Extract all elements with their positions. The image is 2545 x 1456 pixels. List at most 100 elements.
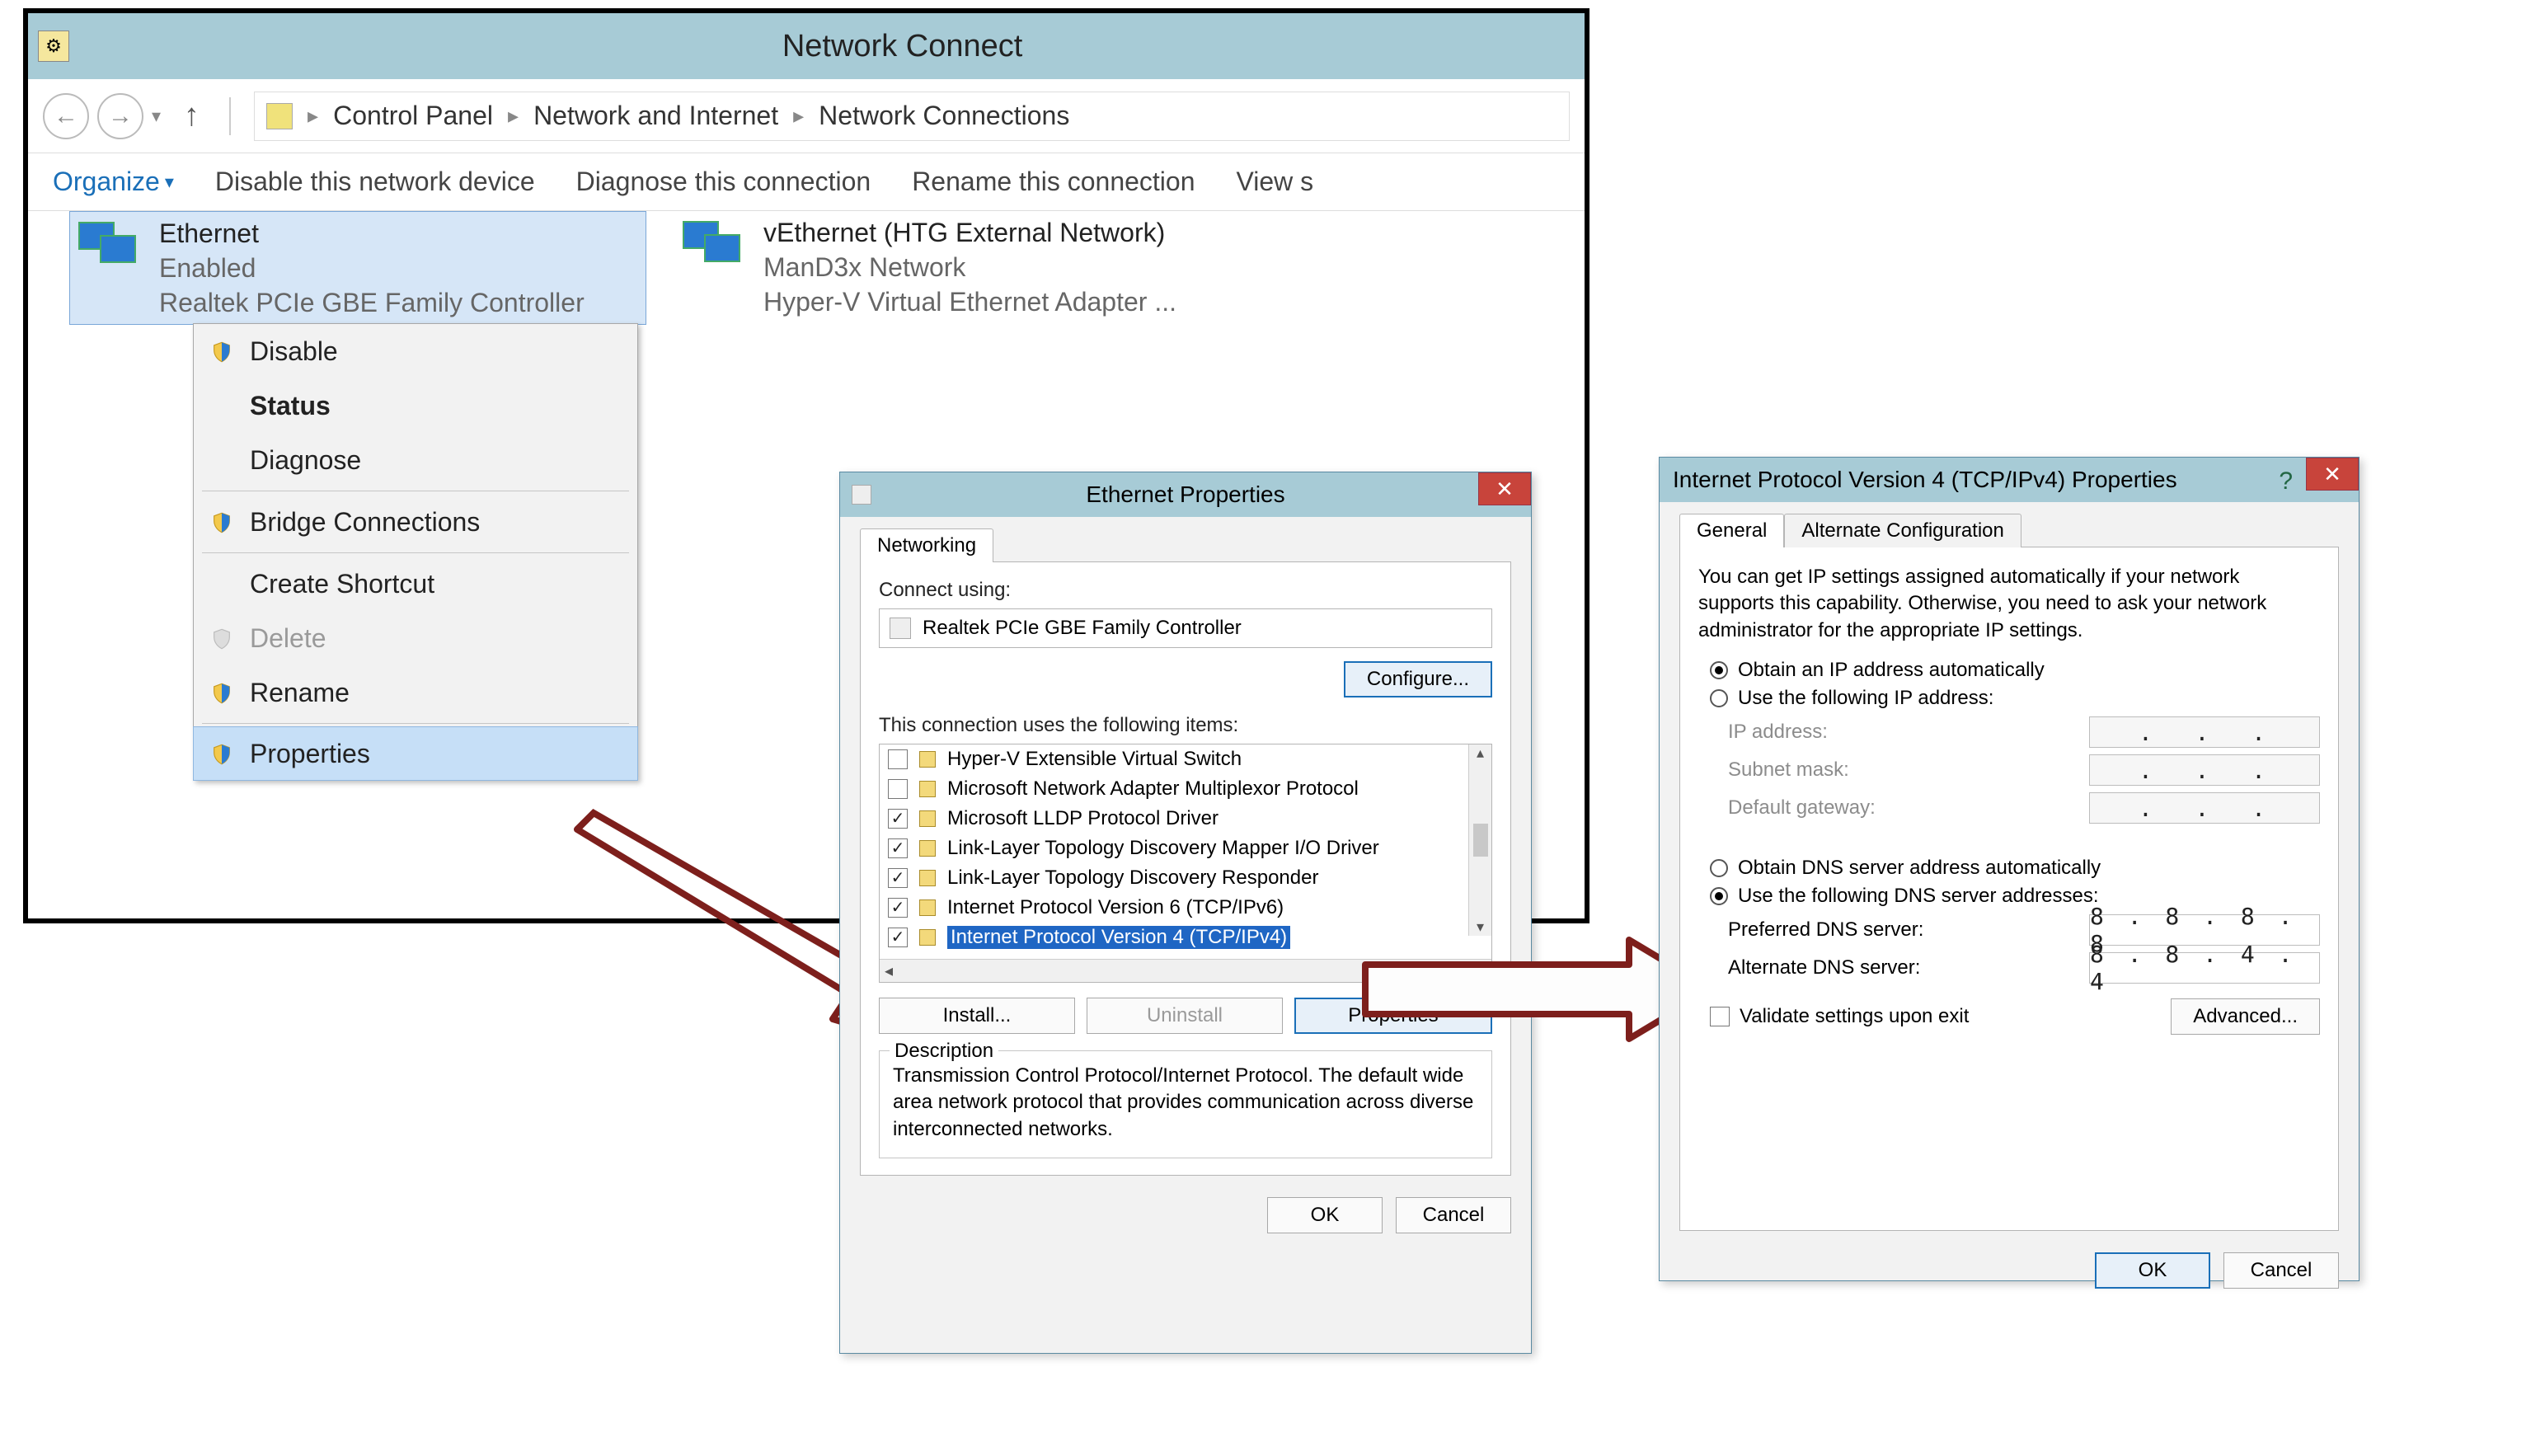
ethernet-properties-dialog: Ethernet Properties ✕ Networking Connect…: [839, 472, 1532, 1354]
item-label: Link-Layer Topology Discovery Mapper I/O…: [947, 837, 1379, 860]
breadcrumb-segment[interactable]: Network Connections: [819, 101, 1069, 131]
install-button[interactable]: Install...: [879, 998, 1075, 1034]
main-titlebar: ⚙ Network Connect: [28, 13, 1585, 79]
dialog-title: Internet Protocol Version 4 (TCP/IPv4) P…: [1673, 467, 2177, 493]
context-menu: Disable Status Diagnose Bridge Connectio…: [193, 323, 638, 781]
connection-item-vethernet[interactable]: vEthernet (HTG External Network) ManD3x …: [679, 216, 1176, 318]
breadcrumb-segment[interactable]: Control Panel: [333, 101, 493, 131]
ctx-diagnose[interactable]: Diagnose: [194, 433, 637, 487]
gateway-label: Default gateway:: [1728, 796, 1876, 820]
ip-address-label: IP address:: [1728, 721, 1828, 744]
network-item[interactable]: Microsoft Network Adapter Multiplexor Pr…: [880, 774, 1491, 804]
breadcrumb[interactable]: ▸ Control Panel ▸ Network and Internet ▸…: [254, 92, 1570, 141]
shield-icon: [210, 510, 233, 533]
tab-panel: Connect using: Realtek PCIe GBE Family C…: [860, 561, 1511, 1176]
separator: [202, 723, 629, 724]
description-title: Description: [890, 1040, 998, 1063]
help-button[interactable]: ?: [2279, 467, 2293, 496]
checkbox-icon: [1710, 1007, 1730, 1026]
disable-device-button[interactable]: Disable this network device: [215, 167, 535, 197]
configure-button[interactable]: Configure...: [1344, 661, 1492, 697]
alternate-dns-field[interactable]: 8 . 8 . 4 . 4: [2089, 952, 2320, 984]
chevron-right-icon[interactable]: ▸: [793, 103, 804, 129]
vertical-scrollbar[interactable]: ▴▾: [1468, 744, 1491, 936]
rename-button[interactable]: Rename this connection: [912, 167, 1195, 197]
subnet-mask-label: Subnet mask:: [1728, 759, 1849, 782]
shield-icon: [210, 340, 233, 363]
radio-icon: [1710, 689, 1728, 707]
network-item[interactable]: ✓ Internet Protocol Version 6 (TCP/IPv6): [880, 893, 1491, 923]
up-button[interactable]: ↑: [184, 98, 200, 134]
chevron-right-icon[interactable]: ▸: [308, 103, 318, 129]
preferred-dns-label: Preferred DNS server:: [1728, 918, 1923, 942]
checkbox-icon[interactable]: ✓: [888, 868, 908, 888]
cancel-button[interactable]: Cancel: [1396, 1197, 1511, 1233]
network-item[interactable]: ✓Microsoft LLDP Protocol Driver: [880, 804, 1491, 834]
checkbox-icon[interactable]: ✓: [888, 838, 908, 858]
radio-auto-ip[interactable]: Obtain an IP address automatically: [1710, 659, 2320, 682]
ctx-label: Properties: [250, 739, 370, 769]
ctx-rename[interactable]: Rename: [194, 665, 637, 720]
cancel-button[interactable]: Cancel: [2223, 1252, 2339, 1289]
close-button[interactable]: ✕: [2306, 458, 2359, 491]
items-listbox[interactable]: Hyper-V Extensible Virtual SwitchMicroso…: [879, 744, 1492, 983]
ctx-create-shortcut[interactable]: Create Shortcut: [194, 557, 637, 611]
organize-menu[interactable]: Organize: [53, 167, 174, 197]
shield-icon: [210, 681, 233, 704]
radio-use-ip[interactable]: Use the following IP address:: [1710, 687, 2320, 710]
adapter-icon: [852, 485, 871, 505]
ctx-label: Delete: [250, 623, 326, 654]
adapter-name: Realtek PCIe GBE Family Controller: [923, 617, 1242, 640]
ctx-properties[interactable]: Properties: [193, 726, 638, 781]
tabstrip: General Alternate Configuration: [1679, 514, 2339, 547]
ctx-label: Status: [250, 391, 331, 421]
ok-button[interactable]: OK: [2095, 1252, 2210, 1289]
radio-auto-dns[interactable]: Obtain DNS server address automatically: [1710, 857, 2320, 880]
ctx-label: Disable: [250, 336, 338, 367]
connection-item-ethernet[interactable]: Ethernet Enabled Realtek PCIe GBE Family…: [69, 211, 646, 325]
network-item[interactable]: ✓ Link-Layer Topology Discovery Mapper I/…: [880, 834, 1491, 863]
network-item[interactable]: ✓ Link-Layer Topology Discovery Responder: [880, 863, 1491, 893]
radio-label: Use the following DNS server addresses:: [1738, 885, 2099, 908]
ctx-bridge[interactable]: Bridge Connections: [194, 495, 637, 549]
horizontal-scrollbar[interactable]: ◂▸: [880, 959, 1491, 982]
back-button[interactable]: ←: [43, 93, 89, 139]
tab-panel: You can get IP settings assigned automat…: [1679, 547, 2339, 1231]
protocol-icon: [919, 840, 936, 857]
breadcrumb-segment[interactable]: Network and Internet: [533, 101, 778, 131]
connection-device: Hyper-V Virtual Ethernet Adapter ...: [763, 285, 1176, 318]
checkbox-icon[interactable]: ✓: [888, 898, 908, 918]
close-button[interactable]: ✕: [1478, 472, 1531, 505]
ctx-label: Diagnose: [250, 445, 361, 476]
ctx-label: Create Shortcut: [250, 569, 434, 599]
checkbox-icon[interactable]: ✓: [888, 809, 908, 829]
chevron-right-icon[interactable]: ▸: [508, 103, 519, 129]
advanced-button[interactable]: Advanced...: [2171, 998, 2320, 1035]
tabstrip: Networking: [860, 528, 1511, 562]
connection-status: ManD3x Network: [763, 251, 1176, 284]
ctx-disable[interactable]: Disable: [194, 324, 637, 378]
view-menu[interactable]: View s: [1237, 167, 1314, 197]
network-item[interactable]: ✓Internet Protocol Version 4 (TCP/IPv4): [880, 923, 1491, 952]
checkbox-icon[interactable]: ✓: [888, 928, 908, 947]
forward-button[interactable]: →: [97, 93, 143, 139]
item-label: Link-Layer Topology Discovery Responder: [947, 867, 1318, 890]
ok-button[interactable]: OK: [1267, 1197, 1383, 1233]
connection-device: Realtek PCIe GBE Family Controller: [159, 286, 585, 319]
alternate-dns-label: Alternate DNS server:: [1728, 956, 1920, 979]
checkbox-icon[interactable]: [888, 779, 908, 799]
connection-name: vEthernet (HTG External Network): [763, 216, 1176, 249]
history-dropdown-icon[interactable]: ▾: [152, 106, 161, 127]
properties-button[interactable]: Properties: [1294, 998, 1492, 1034]
checkbox-icon[interactable]: [888, 749, 908, 769]
item-label: Internet Protocol Version 6 (TCP/IPv6): [947, 896, 1284, 919]
network-item[interactable]: Hyper-V Extensible Virtual Switch: [880, 744, 1491, 774]
tab-alternate[interactable]: Alternate Configuration: [1784, 514, 2021, 547]
ctx-status[interactable]: Status: [194, 378, 637, 433]
ctx-label: Bridge Connections: [250, 507, 480, 538]
diagnose-button[interactable]: Diagnose this connection: [576, 167, 871, 197]
control-panel-icon: ⚙: [38, 31, 69, 62]
tab-general[interactable]: General: [1679, 514, 1784, 547]
tab-networking[interactable]: Networking: [860, 528, 993, 562]
shield-icon: [210, 742, 233, 765]
